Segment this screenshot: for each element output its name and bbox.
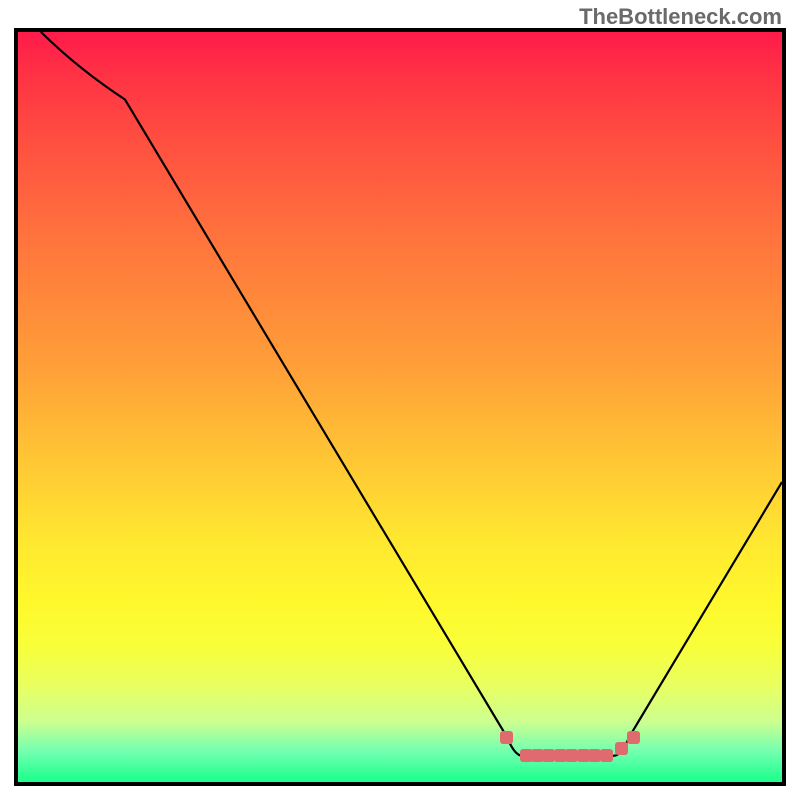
watermark-text: TheBottleneck.com — [579, 4, 782, 30]
chart-marker-dot — [615, 742, 628, 755]
chart-line-series — [18, 32, 782, 782]
chart-plot-area — [14, 28, 786, 786]
chart-marker-dot — [600, 749, 613, 762]
chart-marker-dot — [627, 731, 640, 744]
chart-marker-dot — [500, 731, 513, 744]
